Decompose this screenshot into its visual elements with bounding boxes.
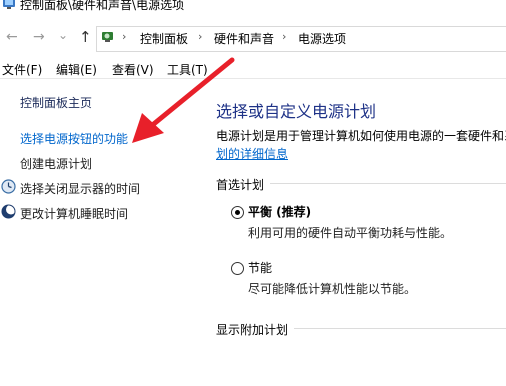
- forward-icon[interactable]: →: [33, 29, 45, 45]
- balanced-plan-description: 利用可用的硬件自动平衡功耗与性能。: [248, 226, 453, 240]
- breadcrumb-separator[interactable]: ›: [198, 30, 202, 43]
- back-icon[interactable]: ←: [6, 29, 18, 45]
- control-panel-icon: [2, 0, 16, 10]
- breadcrumb-hardware-sound[interactable]: 硬件和声音: [214, 30, 274, 47]
- clock-icon: [1, 179, 16, 194]
- moon-icon: [1, 204, 16, 219]
- show-additional-plans-label[interactable]: 显示附加计划: [216, 321, 293, 338]
- radio-selected-dot: [235, 210, 240, 215]
- power-saver-plan-radio[interactable]: [231, 262, 244, 275]
- recent-dropdown-icon[interactable]: ⌄: [58, 28, 68, 42]
- breadcrumb-power-options[interactable]: 电源选项: [298, 30, 346, 47]
- preferred-plans-label: 首选计划: [216, 176, 269, 193]
- page-title: 选择或自定义电源计划: [216, 102, 377, 121]
- breadcrumb-separator: ›: [122, 30, 127, 43]
- menu-edit[interactable]: 编辑(E): [56, 61, 97, 78]
- group-divider: [294, 328, 506, 329]
- window-title: 控制面板\硬件和声音\电源选项: [20, 0, 185, 12]
- up-icon[interactable]: ↑: [79, 28, 92, 46]
- breadcrumb-control-panel[interactable]: 控制面板: [140, 30, 188, 47]
- control-panel-home-link[interactable]: 控制面板主页: [20, 94, 92, 111]
- breadcrumb-separator[interactable]: ›: [282, 30, 286, 43]
- sidebar-item-power-button[interactable]: 选择电源按钮的功能: [20, 130, 128, 147]
- address-location-icon: [100, 29, 118, 45]
- page-description: 电源计划是用于管理计算机如何使用电源的一套硬件和系: [216, 129, 506, 143]
- group-divider: [270, 183, 506, 184]
- sidebar-item-sleep-time[interactable]: 更改计算机睡眠时间: [20, 205, 128, 222]
- power-saver-plan-description: 尽可能降低计算机性能以节能。: [248, 282, 417, 296]
- sidebar-item-display-off[interactable]: 选择关闭显示器的时间: [20, 180, 140, 197]
- menu-file[interactable]: 文件(F): [2, 61, 42, 78]
- power-saver-plan-name[interactable]: 节能: [248, 259, 272, 276]
- annotation-arrow: [120, 55, 240, 150]
- sidebar-item-create-plan[interactable]: 创建电源计划: [20, 155, 92, 172]
- balanced-plan-name[interactable]: 平衡 (推荐): [248, 203, 311, 220]
